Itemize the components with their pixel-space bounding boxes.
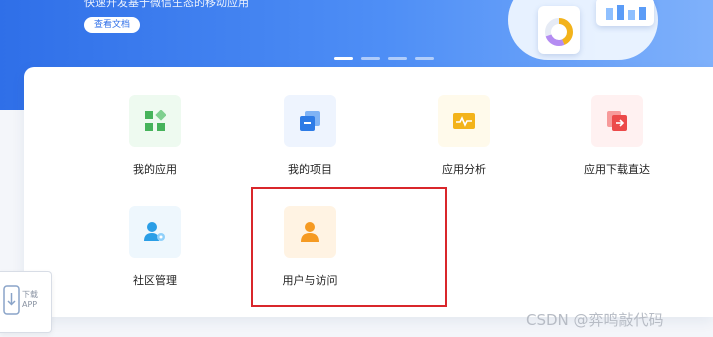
tile-my-apps[interactable]: 我的应用: [110, 95, 200, 177]
user-access-icon: [284, 206, 336, 258]
download-direct-icon: [591, 95, 643, 147]
tile-user-access[interactable]: 用户与访问: [265, 206, 355, 288]
tile-label: 用户与访问: [282, 274, 338, 287]
bar-chart-icon: [606, 5, 646, 20]
banner-illustration-donut-card: [538, 6, 580, 54]
banner-illustration-bar-card: [596, 0, 654, 26]
donut-chart-icon: [545, 18, 573, 46]
banner-subtitle: 快速开发基于微信生态的移动应用: [84, 0, 249, 9]
tile-label: 我的项目: [288, 163, 332, 176]
tile-community-management[interactable]: 社区管理: [110, 206, 200, 288]
view-docs-button[interactable]: 查看文档: [84, 17, 140, 33]
tile-app-analytics[interactable]: 应用分析: [419, 95, 509, 177]
community-user-gear-icon: [129, 206, 181, 258]
carousel-indicator: [334, 57, 434, 60]
carousel-dot[interactable]: [361, 57, 380, 60]
carousel-dot[interactable]: [415, 57, 434, 60]
tile-label: 我的应用: [133, 163, 177, 176]
apps-grid-icon: [129, 95, 181, 147]
phone-download-icon: [3, 285, 20, 315]
analytics-pulse-icon: [438, 95, 490, 147]
download-app-float-button[interactable]: 下载 APP: [0, 271, 52, 333]
carousel-dot[interactable]: [388, 57, 407, 60]
download-label-line2: APP: [22, 300, 38, 309]
carousel-dot[interactable]: [334, 57, 353, 60]
download-label-line1: 下载: [22, 290, 38, 299]
tile-my-projects[interactable]: 我的项目: [265, 95, 355, 177]
tile-label: 应用下载直达: [584, 163, 650, 176]
tile-label: 社区管理: [133, 274, 177, 287]
quick-entry-panel: 我的应用 我的项目 应用分析 应用下载直达 社区管理 用户与访问: [24, 67, 713, 317]
tile-app-download-direct[interactable]: 应用下载直达: [572, 95, 662, 177]
project-stack-icon: [284, 95, 336, 147]
tile-label: 应用分析: [442, 163, 486, 176]
download-app-label: 下载 APP: [22, 290, 38, 310]
csdn-watermark: CSDN @弈鸣敲代码: [526, 311, 664, 329]
